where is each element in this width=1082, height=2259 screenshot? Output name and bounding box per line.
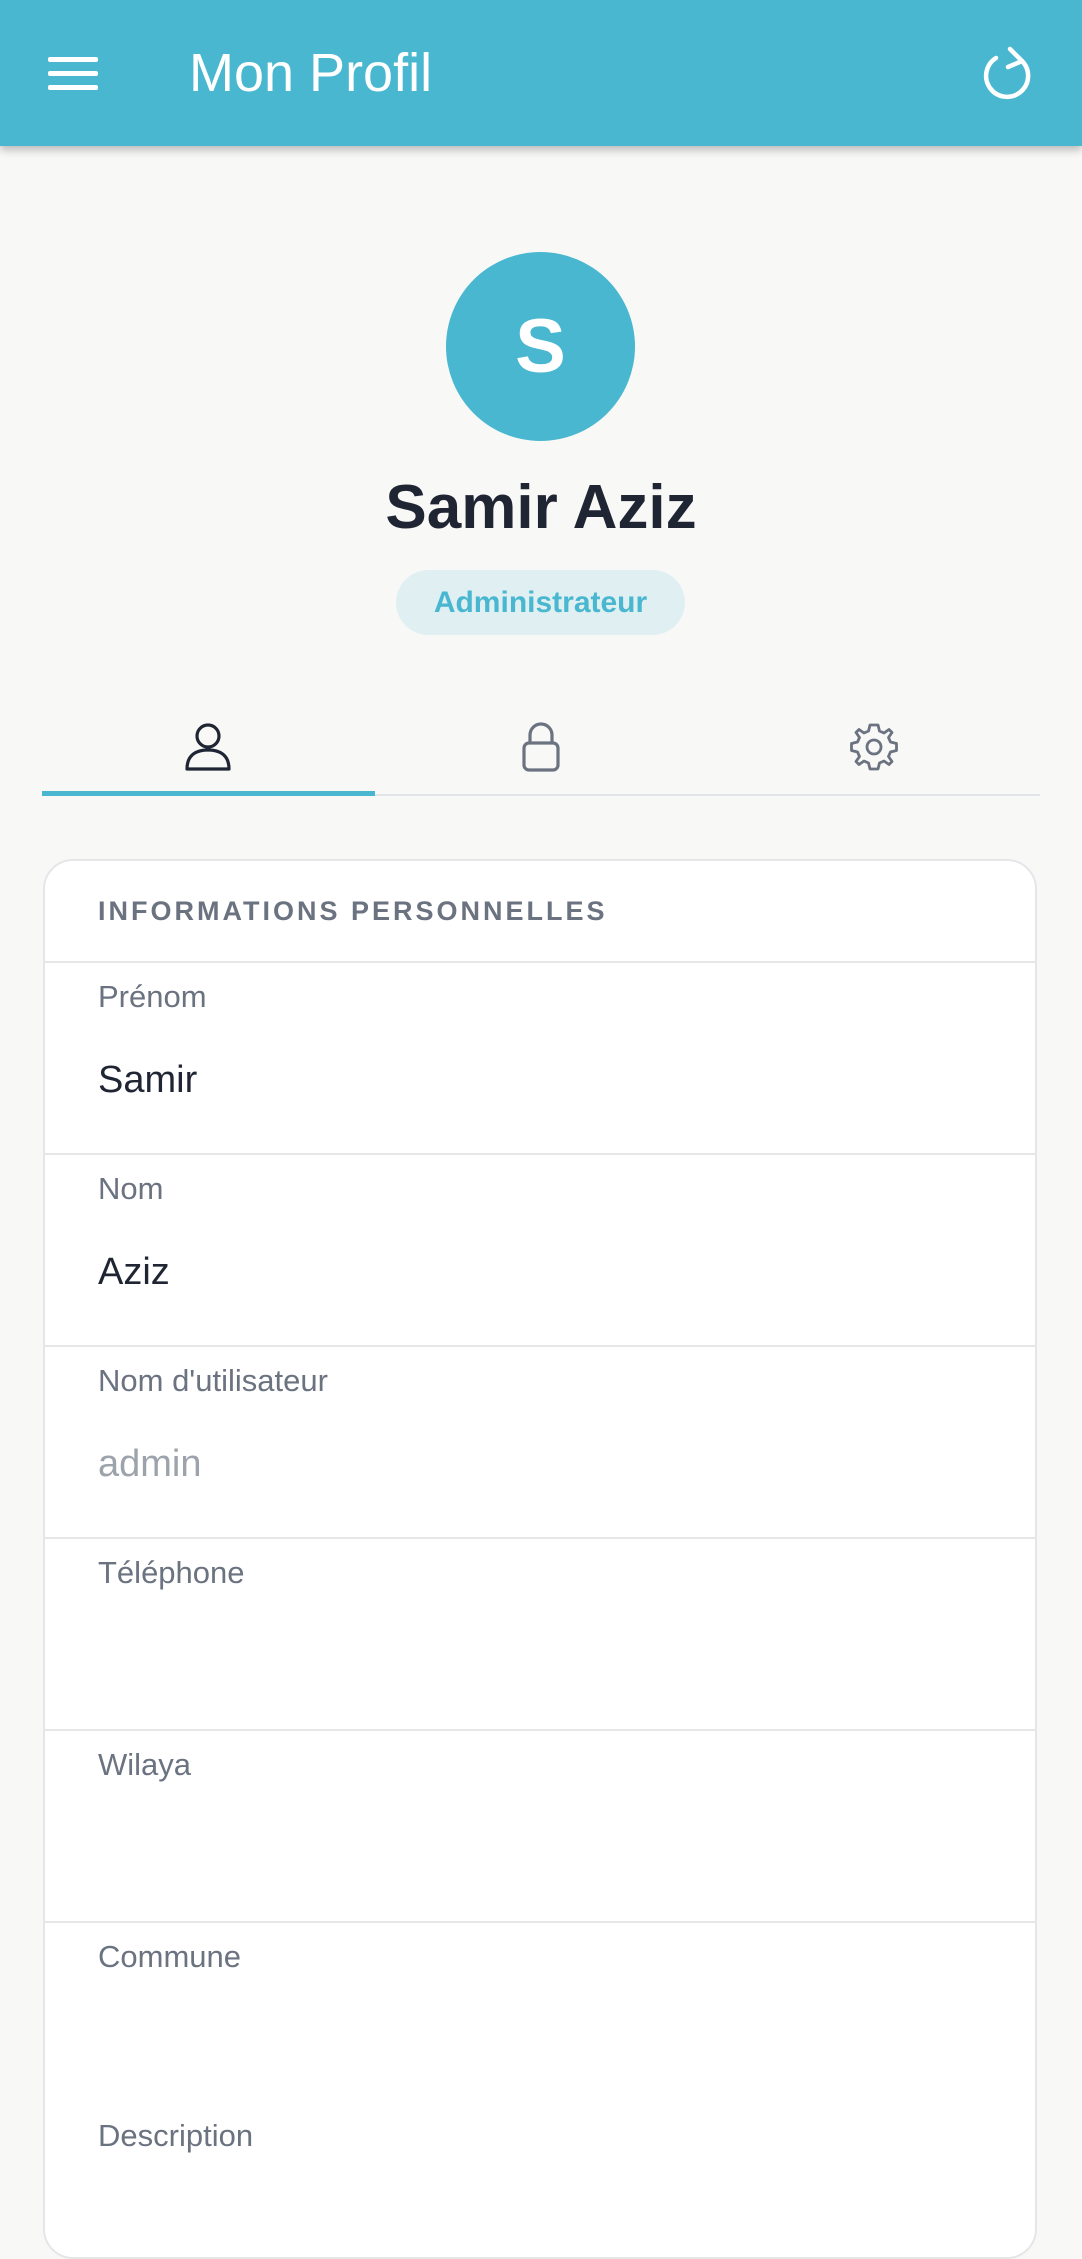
- field-label: Nom d'utilisateur: [98, 1363, 328, 1398]
- tab-security[interactable]: [375, 700, 708, 794]
- app-bar: Mon Profil: [0, 0, 1082, 146]
- username-field[interactable]: Nom d'utilisateur admin: [45, 1347, 1035, 1539]
- first-name-field[interactable]: Prénom Samir: [45, 963, 1035, 1155]
- profile-tabs: [42, 700, 1040, 796]
- card-title: INFORMATIONS PERSONNELLES: [98, 895, 608, 926]
- field-value: Samir: [98, 1059, 198, 1101]
- personal-info-card: INFORMATIONS PERSONNELLES Prénom Samir N…: [43, 859, 1037, 2259]
- wilaya-field[interactable]: Wilaya: [45, 1731, 1035, 1923]
- description-field[interactable]: Description: [45, 2112, 1035, 2257]
- commune-field[interactable]: Commune: [45, 1923, 1035, 2112]
- field-label: Nom: [98, 1171, 164, 1206]
- menu-button[interactable]: [40, 42, 106, 104]
- field-label: Wilaya: [98, 1747, 192, 1782]
- lock-icon: [522, 722, 560, 772]
- avatar-initial: S: [515, 304, 566, 389]
- page-title: Mon Profil: [189, 43, 433, 103]
- role-badge: Administrateur: [396, 570, 685, 635]
- field-label: Prénom: [98, 979, 207, 1014]
- avatar: S: [446, 252, 635, 441]
- field-value: admin: [98, 1443, 202, 1485]
- user-icon: [185, 723, 231, 771]
- tab-personal-info[interactable]: [42, 700, 375, 796]
- field-label: Commune: [98, 1939, 241, 1974]
- refresh-icon: [983, 46, 1031, 100]
- tab-settings[interactable]: [707, 700, 1040, 794]
- card-header: INFORMATIONS PERSONNELLES: [45, 861, 1035, 963]
- field-label: Téléphone: [98, 1555, 245, 1590]
- role-label: Administrateur: [433, 585, 648, 619]
- gear-icon: [849, 723, 898, 771]
- user-name: Samir Aziz: [385, 473, 697, 542]
- phone-field[interactable]: Téléphone: [45, 1539, 1035, 1731]
- field-label: Description: [98, 2118, 254, 2153]
- refresh-button[interactable]: [975, 42, 1041, 104]
- field-value: Aziz: [98, 1251, 170, 1293]
- last-name-field[interactable]: Nom Aziz: [45, 1155, 1035, 1347]
- hamburger-menu-icon: [48, 57, 98, 90]
